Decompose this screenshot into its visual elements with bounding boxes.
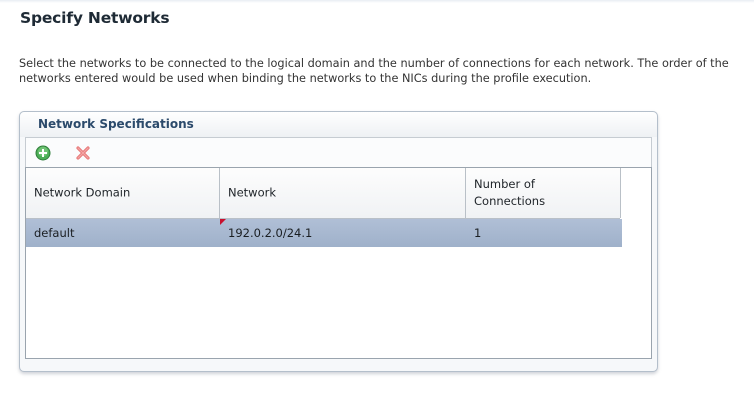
column-header-network[interactable]: Network — [220, 168, 466, 218]
table-toolbar — [25, 137, 652, 167]
column-header-label: Number of Connections — [474, 177, 546, 208]
changed-cell-marker — [220, 219, 226, 225]
panel-title: Network Specifications — [38, 117, 194, 131]
column-header-network-domain[interactable]: Network Domain — [26, 168, 220, 218]
network-specifications-panel: Network Specifications Network Domain Ne… — [19, 111, 658, 372]
cell-network-domain: default — [34, 226, 75, 240]
delete-icon — [76, 146, 90, 160]
cell-number-of-connections[interactable]: 1 — [474, 219, 481, 247]
column-header-number-of-connections[interactable]: Number of Connections — [466, 168, 621, 218]
column-header-label: Network Domain — [34, 185, 131, 200]
delete-row-button[interactable] — [75, 145, 91, 161]
panel-header: Network Specifications — [20, 112, 657, 137]
table-row[interactable]: default 192.0.2.0/24.1 1 — [26, 219, 622, 247]
cell-network[interactable]: 192.0.2.0/24.1 — [228, 219, 312, 247]
table-header: Network Domain Network Number of Connect… — [26, 168, 621, 219]
add-icon — [35, 145, 51, 161]
page-title: Specify Networks — [20, 9, 170, 27]
column-header-label: Network — [228, 185, 277, 200]
page-description: Select the networks to be connected to t… — [19, 57, 729, 85]
network-table: Network Domain Network Number of Connect… — [25, 167, 652, 359]
add-row-button[interactable] — [35, 145, 51, 161]
